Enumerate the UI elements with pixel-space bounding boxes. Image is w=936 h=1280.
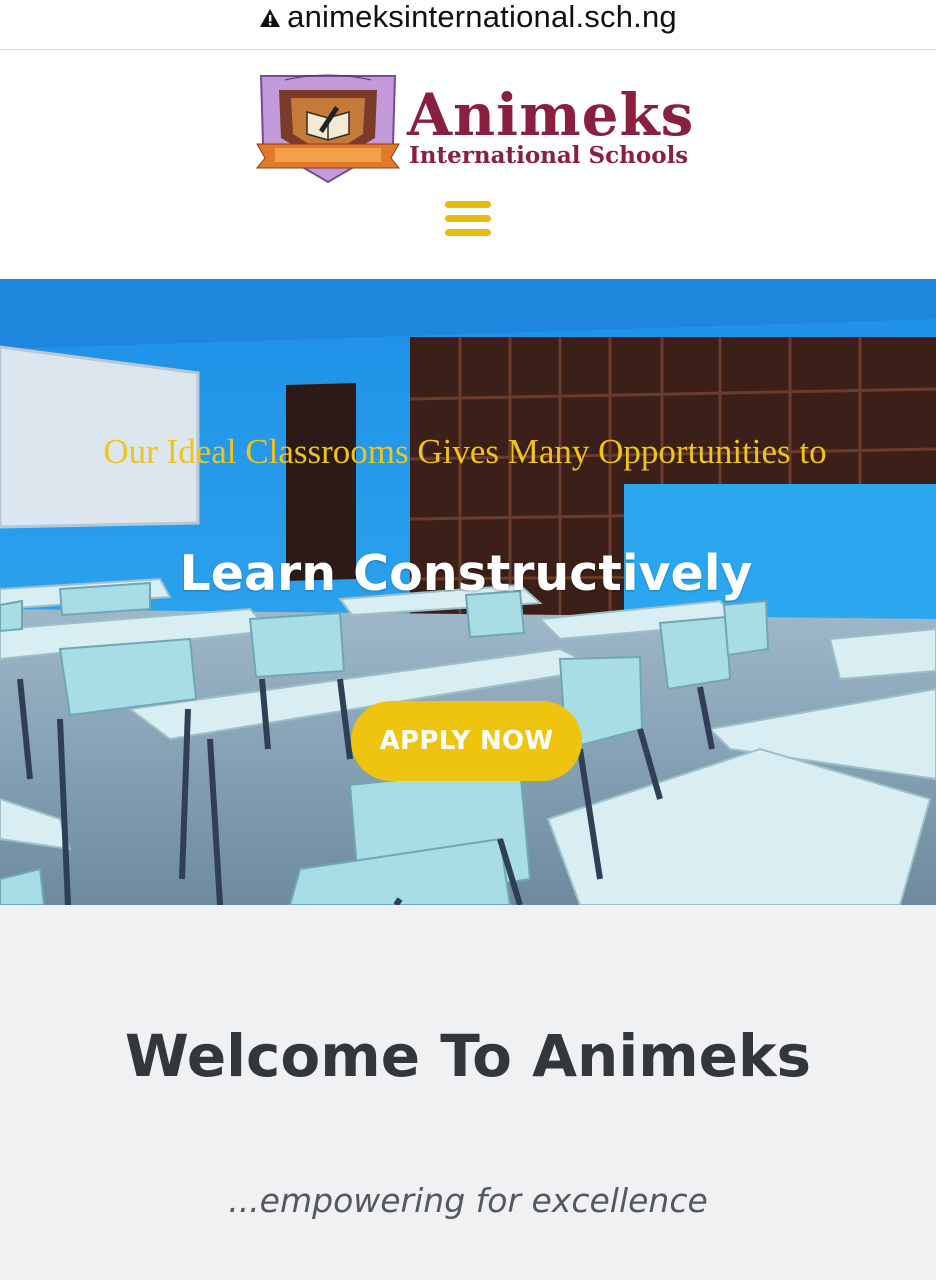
apply-now-button[interactable]: APPLY NOW xyxy=(351,701,582,781)
welcome-heading: Welcome To Animeks xyxy=(124,1022,812,1090)
logo-subtitle: International Schools xyxy=(409,142,689,169)
crest-icon xyxy=(255,74,401,184)
logo-name: Animeks xyxy=(407,81,695,149)
tagline: ...empowering for excellence xyxy=(228,1181,708,1220)
site-header: Animeks International Schools xyxy=(0,50,936,279)
warning-triangle-icon xyxy=(260,8,281,27)
school-logo[interactable]: Animeks International Schools xyxy=(255,72,715,187)
logo-wordmark: Animeks International Schools xyxy=(407,86,694,168)
hero-title: Learn Constructively xyxy=(179,545,753,602)
hero-banner: Our Ideal Classrooms Gives Many Opportun… xyxy=(0,279,936,905)
address-bar[interactable]: animeksinternational.sch.ng xyxy=(0,0,936,50)
url-text: animeksinternational.sch.ng xyxy=(287,0,677,34)
hero-kicker: Our Ideal Classrooms Gives Many Opportun… xyxy=(103,432,827,471)
hamburger-menu-icon[interactable] xyxy=(445,201,491,237)
